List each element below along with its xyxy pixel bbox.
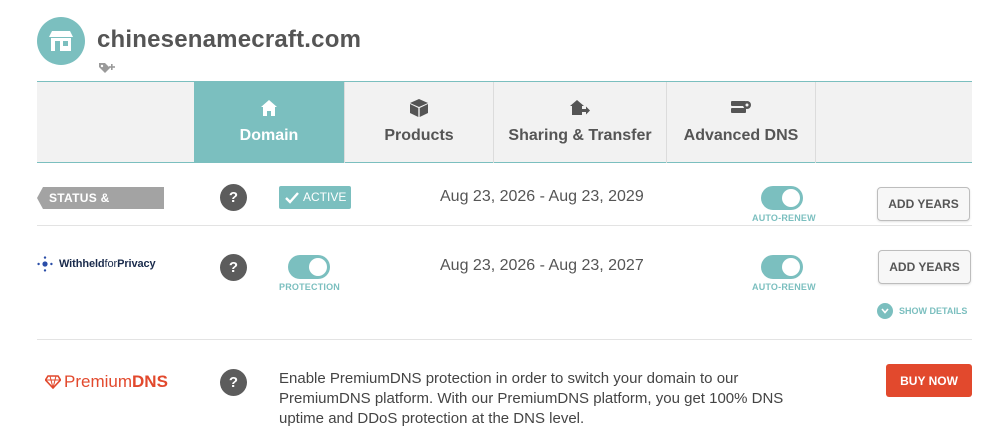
- buy-now-button[interactable]: BUY NOW: [886, 364, 972, 397]
- privacy-date-range: Aug 23, 2026 - Aug 23, 2027: [440, 257, 644, 274]
- premiumdns-description: Enable PremiumDNS protection in order to…: [279, 370, 784, 427]
- tab-label: Sharing & Transfer: [508, 127, 652, 144]
- checkmark-icon: [285, 191, 299, 204]
- help-button[interactable]: ?: [220, 369, 247, 396]
- tab-bar-divider: [815, 82, 816, 163]
- row-divider: [37, 339, 972, 340]
- tab-products[interactable]: Products: [344, 82, 493, 163]
- withheldforprivacy-logo: WithheldforPrivacy: [37, 256, 156, 272]
- house-arrow-icon: [570, 100, 590, 115]
- wordmark-part: for: [104, 258, 118, 270]
- tab-label: Advanced DNS: [683, 127, 799, 144]
- privacy-dots-icon: [37, 256, 53, 272]
- storefront-icon: [49, 31, 73, 51]
- status-validity-label: STATUS & VALIDITY: [37, 187, 164, 209]
- help-button[interactable]: ?: [220, 184, 247, 211]
- add-years-button[interactable]: ADD YEARS: [878, 250, 971, 284]
- add-tag-icon[interactable]: [98, 61, 116, 75]
- tab-domain[interactable]: Domain: [194, 82, 344, 163]
- help-button[interactable]: ?: [220, 254, 247, 281]
- status-badge: ACTIVE: [279, 186, 351, 209]
- show-details-link[interactable]: SHOW DETAILS: [877, 303, 967, 319]
- add-years-button[interactable]: ADD YEARS: [877, 187, 970, 221]
- domain-tab-bar: Domain Products Sharing & Transfer Advan…: [37, 81, 972, 163]
- premiumdns-wordmark: PremiumDNS: [64, 372, 168, 392]
- domain-avatar: [37, 17, 85, 65]
- home-icon: [261, 100, 277, 116]
- row-divider: [37, 225, 972, 226]
- auto-renew-caption: AUTO-RENEW: [752, 213, 816, 223]
- tab-label: Products: [384, 127, 454, 144]
- auto-renew-toggle[interactable]: [761, 255, 803, 279]
- tab-sharing-transfer[interactable]: Sharing & Transfer: [493, 82, 666, 163]
- wordmark-part: DNS: [132, 372, 168, 391]
- withheldforprivacy-wordmark: WithheldforPrivacy: [59, 258, 156, 270]
- tab-label: Domain: [239, 127, 299, 144]
- wordmark-part: Withheld: [59, 258, 105, 270]
- diamond-icon: [45, 375, 61, 389]
- wordmark-part: Premium: [64, 372, 133, 391]
- chevron-down-icon: [877, 303, 893, 319]
- auto-renew-toggle[interactable]: [761, 186, 803, 210]
- status-badge-text: ACTIVE: [303, 190, 347, 204]
- box-icon: [410, 99, 428, 117]
- registration-date-range: Aug 23, 2026 - Aug 23, 2029: [440, 188, 644, 205]
- wordmark-part: Privacy: [117, 258, 156, 270]
- premiumdns-logo: PremiumDNS: [45, 372, 168, 392]
- tab-advanced-dns[interactable]: Advanced DNS: [666, 82, 815, 163]
- show-details-label: SHOW DETAILS: [899, 306, 968, 316]
- server-gear-icon: [731, 101, 751, 113]
- auto-renew-caption: AUTO-RENEW: [752, 282, 816, 292]
- protection-toggle[interactable]: [288, 255, 330, 279]
- domain-name-title: chinesenamecraft.com: [97, 26, 362, 53]
- protection-caption: PROTECTION: [279, 282, 341, 292]
